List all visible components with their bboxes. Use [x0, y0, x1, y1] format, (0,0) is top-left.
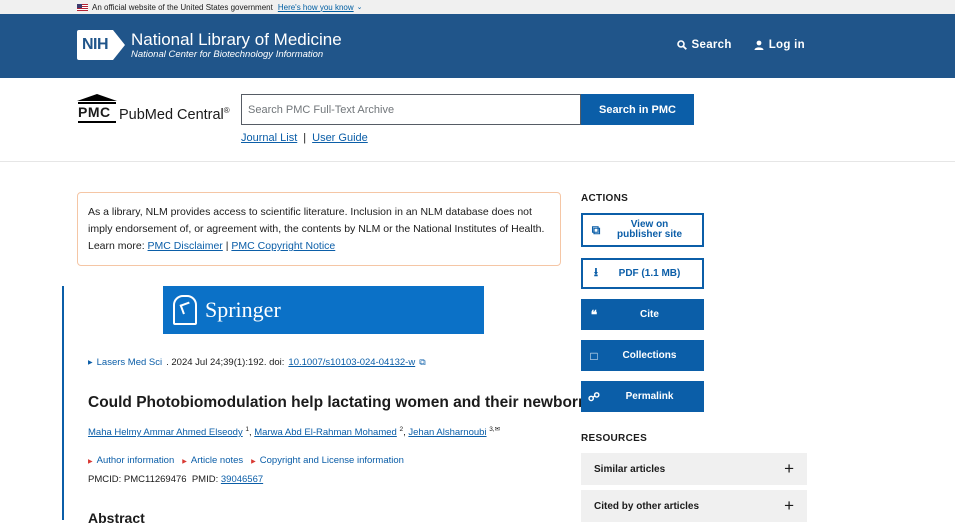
view-on-publisher-label: View on publisher site — [616, 219, 682, 240]
nlm-header: NIH National Library of Medicine Nationa… — [0, 14, 955, 78]
cited-by-label: Cited by other articles — [594, 500, 700, 512]
share-icon: ☍ — [587, 389, 601, 404]
pmc-search-bar: PMC PubMed Central® Search in PMC Journa… — [0, 78, 955, 162]
actions-heading: ACTIONS — [581, 193, 629, 204]
external-link-icon: ⧉ — [591, 222, 601, 237]
abstract-heading: Abstract — [88, 510, 145, 526]
springer-horse-icon — [173, 295, 197, 325]
permalink-button[interactable]: ☍ Permalink — [581, 381, 704, 412]
pmc-disclaimer-link[interactable]: PMC Disclaimer — [148, 240, 223, 252]
author-information-toggle[interactable]: ▶ Author information — [88, 455, 174, 466]
pmc-building-icon: PMC — [77, 94, 117, 124]
citation-details: . 2024 Jul 24;39(1):192. doi: — [166, 357, 285, 368]
pmc-logo-name: PubMed Central® — [119, 106, 230, 123]
external-link-icon: ⧉ — [419, 357, 426, 367]
pmid-link[interactable]: 39046567 — [221, 474, 263, 485]
nlm-disclaimer: As a library, NLM provides access to sci… — [77, 192, 561, 266]
gov-banner-text: An official website of the United States… — [92, 2, 273, 12]
author-link[interactable]: Maha Helmy Ammar Ahmed Elseody — [88, 427, 243, 438]
nih-arrow-icon — [113, 30, 125, 60]
doi-link[interactable]: 10.1007/s10103-024-04132-w — [288, 357, 415, 368]
pmc-logo-letters: PMC — [78, 104, 111, 120]
publisher-logo[interactable]: Springer — [163, 286, 484, 334]
article-title: Could Photobiomodulation help lactating … — [88, 394, 606, 411]
plus-icon: + — [784, 496, 794, 515]
chevron-down-icon[interactable]: ⌄ — [357, 3, 363, 11]
view-on-publisher-button[interactable]: ⧉ View on publisher site — [581, 213, 704, 247]
author-link[interactable]: Jehan Alsharnoubi — [408, 427, 486, 438]
link-separator: | — [303, 132, 307, 144]
permalink-label: Permalink — [625, 390, 674, 402]
pdf-label: PDF (1.1 MB) — [618, 267, 681, 279]
pmc-copyright-link[interactable]: PMC Copyright Notice — [231, 240, 335, 252]
us-flag-icon — [77, 3, 88, 11]
author-affiliation[interactable]: 1 — [245, 426, 249, 433]
search-in-pmc-button[interactable]: Search in PMC — [581, 94, 694, 125]
bookmark-icon: □ — [590, 348, 598, 363]
pmid-label: PMID: — [191, 474, 219, 485]
registered-mark: ® — [223, 106, 230, 116]
login-label: Log in — [768, 39, 805, 51]
author-affiliation[interactable]: 2 — [399, 426, 403, 433]
gov-banner: An official website of the United States… — [0, 0, 955, 14]
resources-heading: RESOURCES — [581, 433, 648, 444]
triangle-right-icon[interactable]: ▶ — [88, 359, 93, 366]
pmc-logo-name-text: PubMed Central — [119, 107, 224, 123]
plus-icon: + — [784, 459, 794, 478]
pmcid: PMCID: PMC11269476 — [88, 474, 187, 485]
login-button[interactable]: Log in — [754, 39, 805, 51]
article-accent-bar — [62, 286, 64, 520]
pmc-logo[interactable]: PMC PubMed Central® — [77, 94, 230, 124]
nlm-logo[interactable]: NIH National Library of Medicine Nationa… — [77, 30, 342, 60]
user-guide-link[interactable]: User Guide — [312, 132, 368, 144]
similar-articles-accordion[interactable]: Similar articles + — [581, 453, 807, 485]
user-icon — [754, 40, 764, 50]
author-list: Maha Helmy Ammar Ahmed Elseody 1, Marwa … — [88, 426, 501, 439]
nlm-subtitle: National Center for Biotechnology Inform… — [131, 49, 324, 60]
pmc-search-input[interactable] — [241, 94, 581, 125]
header-search-button[interactable]: Search — [676, 39, 732, 51]
quote-icon: ❝ — [590, 307, 598, 322]
article-ids: PMCID: PMC11269476 PMID: 39046567 — [88, 474, 263, 485]
author-link[interactable]: Marwa Abd El-Rahman Mohamed — [254, 427, 397, 438]
download-icon: ⭳ — [593, 265, 599, 279]
disclaimer-separator: | — [225, 240, 229, 252]
collections-label: Collections — [622, 349, 677, 361]
similar-articles-label: Similar articles — [594, 463, 666, 475]
search-icon — [676, 40, 687, 50]
nlm-title: National Library of Medicine — [131, 30, 342, 49]
article-notes-toggle[interactable]: ▶ Article notes — [182, 455, 243, 466]
header-search-label: Search — [691, 39, 732, 51]
article-citation: ▶ Lasers Med Sci . 2024 Jul 24;39(1):192… — [88, 357, 426, 368]
nih-badge-text: NIH — [77, 30, 113, 60]
nih-badge: NIH — [77, 30, 125, 60]
copyright-license-toggle[interactable]: ▶ Copyright and License information — [251, 455, 404, 466]
cite-button[interactable]: ❝ Cite — [581, 299, 704, 330]
publisher-logo-text: Springer — [205, 297, 281, 322]
heres-how-you-know-link[interactable]: Here's how you know — [278, 3, 354, 12]
cite-label: Cite — [640, 308, 659, 320]
cited-by-accordion[interactable]: Cited by other articles + — [581, 490, 807, 522]
journal-list-link[interactable]: Journal List — [241, 132, 297, 144]
pdf-download-button[interactable]: ⭳ PDF (1.1 MB) — [581, 258, 704, 289]
collections-button[interactable]: □ Collections — [581, 340, 704, 371]
author-affiliation[interactable]: 3,✉ — [489, 426, 500, 433]
article-info-links: ▶ Author information ▶ Article notes ▶ Copy… — [88, 455, 404, 466]
journal-link[interactable]: Lasers Med Sci — [97, 357, 162, 368]
